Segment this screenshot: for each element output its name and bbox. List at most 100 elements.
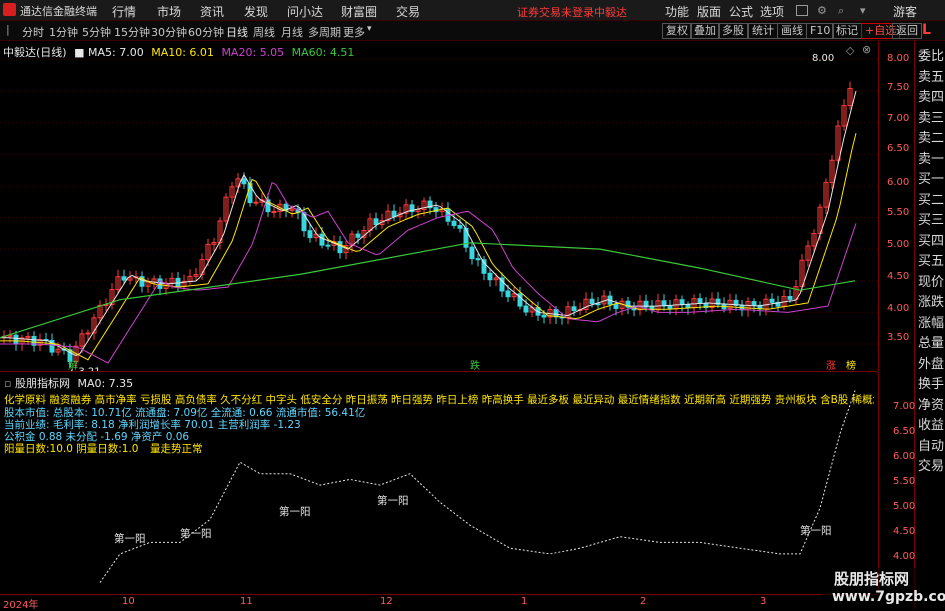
settings-icon[interactable]: ⚙ [817,4,827,17]
menu-hangqing[interactable]: 行情 [112,3,136,20]
price-axis-label: 8.00 [887,53,910,64]
l-indicator[interactable]: L [922,22,931,38]
side-label[interactable]: 买五 [918,250,944,269]
period-multi[interactable]: 多周期 [308,24,341,40]
btn-biaoji[interactable]: 标记 [832,23,862,39]
more-dropdown-icon[interactable]: ▾ [367,24,372,34]
menu-jiaoyi[interactable]: 交易 [396,3,420,20]
panel-close-icon[interactable]: ⊗ [862,43,871,56]
period-5min[interactable]: 5分钟 [82,24,111,40]
search-icon[interactable]: ⌕ [838,4,844,18]
side-label[interactable]: 涨跌 [918,291,944,310]
title-bar: 通达信金融终端 行情 市场 资讯 发现 问小达 财富圈 交易 证券交易未登录 中… [0,0,945,21]
candle-body [241,178,247,185]
candle-body [271,210,277,213]
indicator-axis-label: 5.00 [893,501,916,512]
panel-settings-icon[interactable]: ◇ [846,44,854,57]
side-label[interactable]: 买三 [918,209,944,228]
btn-diejia[interactable]: 叠加 [690,23,720,39]
period-1min[interactable]: 1分钟 [49,24,78,40]
period-monthly[interactable]: 月线 [281,24,303,40]
indicator-axis-label: 7.00 [893,401,916,412]
ma-legend: 中毅达(日线) ■ MA5: 7.00 MA10: 6.01 MA20: 5.0… [3,46,355,59]
time-tick-10: 10 [122,596,135,607]
kline-chart[interactable]: 8.00←3.21解跌涨榜 [0,41,878,371]
price-axis-label: 5.00 [887,239,910,250]
side-label[interactable]: 买二 [918,189,944,208]
candle-body [523,305,529,313]
btn-huaxian[interactable]: 画线 [777,23,807,39]
indicator-axis-label: 4.00 [893,551,916,562]
btn-back[interactable]: 返回 [892,23,922,39]
side-label[interactable]: 收益 [918,414,944,433]
side-label[interactable]: 净资 [918,394,944,413]
indicator-title[interactable]: 股朋指标网 [15,377,70,390]
period-toolbar: | 分时 1分钟 5分钟 15分钟 30分钟 60分钟 日线 周线 月线 多周期… [0,21,945,41]
candle-body [325,244,331,247]
side-label[interactable]: 卖一 [918,148,944,167]
guest-button[interactable]: 游客 [893,3,917,20]
candle-body [85,332,91,335]
candle-body [373,218,379,226]
side-label[interactable]: 卖四 [918,86,944,105]
period-more[interactable]: 更多 [343,24,365,40]
minimize-icon[interactable]: ▾ [860,4,866,17]
indicator-axis: 7.00 6.50 6.00 5.50 5.00 4.50 4.00 [878,372,915,594]
indicator-title-bar: ▫ 股朋指标网 MA0: 7.35 [4,375,133,391]
period-weekly[interactable]: 周线 [253,24,275,40]
price-chart-panel[interactable]: 8.00←3.21解跌涨榜 [0,41,878,372]
side-label[interactable]: 卖五 [918,66,944,85]
side-label[interactable]: 外盘 [918,353,944,372]
price-axis: 8.00 7.50 7.00 6.50 6.00 5.50 5.00 4.50 4.00 3.50 [878,41,915,371]
side-label[interactable]: 总量 [918,332,944,351]
candle-body [301,212,307,232]
side-label[interactable]: 换手 [918,373,944,392]
side-label[interactable]: 卖二 [918,127,944,146]
btn-fuquan[interactable]: 复权 [662,23,692,39]
menu-banmian[interactable]: 版面 [697,3,721,20]
candle-body [337,241,343,254]
first-yang-label-4: 第一阳 [377,495,409,507]
period-fenshi[interactable]: 分时 [22,24,44,40]
menu-xuanxiang[interactable]: 选项 [760,3,784,20]
layout-icon[interactable] [796,5,808,16]
candle-body [685,304,691,309]
btn-tongji[interactable]: 统计 [748,23,778,39]
period-15min[interactable]: 15分钟 [114,24,150,40]
btn-f10[interactable]: F10 [806,23,835,39]
period-30min[interactable]: 30分钟 [151,24,187,40]
candle-body [121,276,127,281]
side-label[interactable]: 自动 [918,435,944,454]
period-daily[interactable]: 日线 [226,24,248,40]
time-tick-12: 12 [380,596,393,607]
candle-body [589,298,595,305]
side-label[interactable]: 卖三 [918,107,944,126]
login-notice[interactable]: 证券交易未登录 [517,4,594,20]
watermark-url: www.7gpzb.com [832,589,945,605]
side-label[interactable]: 现价 [918,271,944,290]
side-label[interactable]: 买一 [918,168,944,187]
first-yang-label-3: 第一阳 [279,506,311,518]
period-60min[interactable]: 60分钟 [188,24,224,40]
side-label[interactable]: 涨幅 [918,312,944,331]
side-label[interactable]: 委比 [918,45,944,64]
legend-stock-name: 中毅达(日线) [3,46,67,59]
side-label[interactable]: 买四 [918,230,944,249]
candle-body [541,314,547,318]
app-title: 通达信金融终端 [20,5,97,18]
indicator-dropdown-icon[interactable]: ▫ [4,377,11,390]
menu-gongshi[interactable]: 公式 [729,3,753,20]
btn-duogu[interactable]: 多股 [718,23,748,39]
indicator-ma0: MA0: 7.35 [77,377,134,390]
menu-gongneng[interactable]: 功能 [665,3,689,20]
menu-faxian[interactable]: 发现 [244,3,268,20]
menu-zixun[interactable]: 资讯 [200,3,224,20]
time-tick-1: 1 [521,596,528,607]
collapse-icon[interactable]: | [6,23,10,36]
menu-shichang[interactable]: 市场 [157,3,181,20]
menu-wenxiaoda[interactable]: 问小达 [287,3,323,20]
candle-body [571,306,577,312]
menu-caifuquan[interactable]: 财富圈 [341,3,377,20]
candle-body [451,220,457,226]
side-label[interactable]: 交易 [918,455,944,474]
